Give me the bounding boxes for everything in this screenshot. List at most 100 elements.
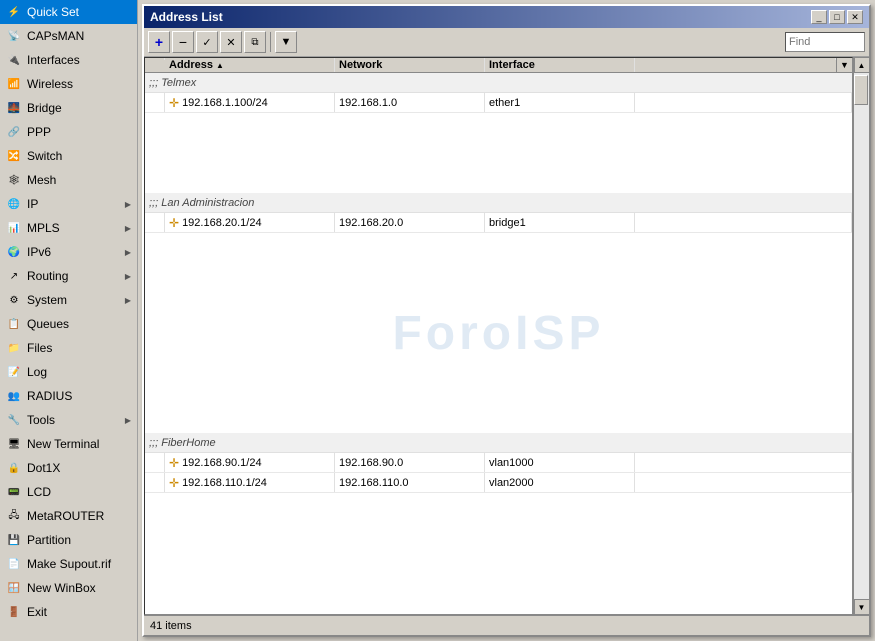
vertical-scrollbar[interactable]: ▲ ▼ [853, 57, 869, 615]
routing-icon: ↗ [6, 268, 22, 284]
ip-arrow: ▶ [125, 200, 131, 209]
make-supout-icon: 📄 [6, 556, 22, 572]
col-address-header[interactable]: Address ▲ [165, 58, 335, 72]
cell-network: 192.168.20.0 [335, 213, 485, 232]
sidebar-item-wireless[interactable]: 📶 Wireless [0, 72, 137, 96]
sidebar-item-ppp[interactable]: 🔗 PPP [0, 120, 137, 144]
sidebar-item-log[interactable]: 📝 Log [0, 360, 137, 384]
table-row[interactable]: ✛ 192.168.110.1/24 192.168.110.0 vlan200… [145, 473, 852, 493]
sort-arrow: ▲ [216, 61, 224, 70]
table-area: Address ▲ Network Interface ▼ ;;; Telmex [144, 57, 869, 615]
sidebar-item-lcd[interactable]: 📟 LCD [0, 480, 137, 504]
system-icon: ⚙ [6, 292, 22, 308]
window-title: Address List [150, 10, 223, 24]
status-bar: 41 items [144, 615, 869, 635]
ip-icon: 🌐 [6, 196, 22, 212]
sidebar-item-partition[interactable]: 💾 Partition [0, 528, 137, 552]
maximize-button[interactable]: □ [829, 10, 845, 24]
sidebar-label: IP [27, 197, 120, 211]
sidebar-label: Files [27, 341, 131, 355]
sidebar-item-exit[interactable]: 🚪 Exit [0, 600, 137, 624]
enable-button[interactable]: ✓ [196, 31, 218, 53]
empty-space-2 [145, 493, 852, 533]
group-telmex-label: ;;; Telmex [149, 77, 196, 89]
copy-button[interactable]: ⧉ [244, 31, 266, 53]
sidebar-item-routing[interactable]: ↗ Routing ▶ [0, 264, 137, 288]
cell-network: 192.168.110.0 [335, 473, 485, 492]
table-row[interactable]: ✛ 192.168.20.1/24 192.168.20.0 bridge1 [145, 213, 852, 233]
cell-interface: bridge1 [485, 213, 635, 232]
add-button[interactable]: + [148, 31, 170, 53]
sidebar-item-radius[interactable]: 👥 RADIUS [0, 384, 137, 408]
wireless-icon: 📶 [6, 76, 22, 92]
sidebar-item-capsman[interactable]: 📡 CAPsMAN [0, 24, 137, 48]
sidebar-item-files[interactable]: 📁 Files [0, 336, 137, 360]
sidebar-label: MPLS [27, 221, 120, 235]
cell-address: ✛ 192.168.20.1/24 [165, 213, 335, 232]
mesh-icon: 🕸 [6, 172, 22, 188]
sidebar-label: Dot1X [27, 461, 131, 475]
sidebar-item-new-winbox[interactable]: 🪟 New WinBox [0, 576, 137, 600]
sidebar-item-ipv6[interactable]: 🌍 IPv6 ▶ [0, 240, 137, 264]
sidebar-item-make-supout[interactable]: 📄 Make Supout.rif [0, 552, 137, 576]
cell-address: ✛ 192.168.90.1/24 [165, 453, 335, 472]
sidebar-label: Bridge [27, 101, 131, 115]
filter-button[interactable]: ▼ [275, 31, 297, 53]
address-value: 192.168.110.1/24 [182, 477, 267, 489]
radius-icon: 👥 [6, 388, 22, 404]
scroll-up-arrow[interactable]: ▲ [854, 57, 870, 73]
new-terminal-icon: 🖥 [6, 436, 22, 452]
interfaces-icon: 🔌 [6, 52, 22, 68]
capsman-icon: 📡 [6, 28, 22, 44]
status-text: 41 items [150, 620, 192, 632]
sidebar-item-ip[interactable]: 🌐 IP ▶ [0, 192, 137, 216]
find-box [785, 32, 865, 52]
sidebar-label: PPP [27, 125, 131, 139]
sidebar-item-mpls[interactable]: 📊 MPLS ▶ [0, 216, 137, 240]
find-input[interactable] [785, 32, 865, 52]
address-icon: ✛ [169, 216, 179, 230]
sidebar-item-metarouter[interactable]: 🖧 MetaROUTER [0, 504, 137, 528]
minimize-button[interactable]: _ [811, 10, 827, 24]
sidebar-label: Switch [27, 149, 131, 163]
sidebar-item-interfaces[interactable]: 🔌 Interfaces [0, 48, 137, 72]
sidebar-item-mesh[interactable]: 🕸 Mesh [0, 168, 137, 192]
group-telmex: ;;; Telmex [145, 73, 852, 93]
sidebar-label: Wireless [27, 77, 131, 91]
sidebar-item-switch[interactable]: 🔀 Switch [0, 144, 137, 168]
remove-button[interactable]: − [172, 31, 194, 53]
sidebar-item-queues[interactable]: 📋 Queues [0, 312, 137, 336]
sidebar-label: IPv6 [27, 245, 120, 259]
sidebar-item-system[interactable]: ⚙ System ▶ [0, 288, 137, 312]
disable-button[interactable]: ✕ [220, 31, 242, 53]
cell-address: ✛ 192.168.110.1/24 [165, 473, 335, 492]
scroll-thumb[interactable] [854, 75, 868, 105]
sidebar-item-dot1x[interactable]: 🔒 Dot1X [0, 456, 137, 480]
address-icon: ✛ [169, 456, 179, 470]
address-value: 192.168.20.1/24 [182, 217, 262, 229]
sidebar-item-quick-set[interactable]: ⚡ Quick Set [0, 0, 137, 24]
sidebar-label: Queues [27, 317, 131, 331]
sidebar-item-bridge[interactable]: 🌉 Bridge [0, 96, 137, 120]
metarouter-icon: 🖧 [6, 508, 22, 524]
empty-space-1 [145, 113, 852, 193]
scroll-track[interactable] [854, 73, 869, 599]
col-interface-header[interactable]: Interface [485, 58, 635, 72]
sidebar-item-tools[interactable]: 🔧 Tools ▶ [0, 408, 137, 432]
scroll-down-arrow[interactable]: ▼ [854, 599, 870, 615]
sidebar-label: New WinBox [27, 581, 131, 595]
sidebar-label: Exit [27, 605, 131, 619]
table-row[interactable]: ✛ 192.168.1.100/24 192.168.1.0 ether1 [145, 93, 852, 113]
sidebar-label: Log [27, 365, 131, 379]
window-titlebar: Address List _ □ ✕ [144, 6, 869, 28]
sidebar-item-new-terminal[interactable]: 🖥 New Terminal [0, 432, 137, 456]
close-button[interactable]: ✕ [847, 10, 863, 24]
col-network-header[interactable]: Network [335, 58, 485, 72]
tools-icon: 🔧 [6, 412, 22, 428]
table-row[interactable]: ✛ 192.168.90.1/24 192.168.90.0 vlan1000 [145, 453, 852, 473]
sidebar-label: Tools [27, 413, 120, 427]
ipv6-icon: 🌍 [6, 244, 22, 260]
address-icon: ✛ [169, 476, 179, 490]
network-col-label: Network [339, 59, 382, 71]
scroll-right-button[interactable]: ▼ [836, 58, 852, 72]
